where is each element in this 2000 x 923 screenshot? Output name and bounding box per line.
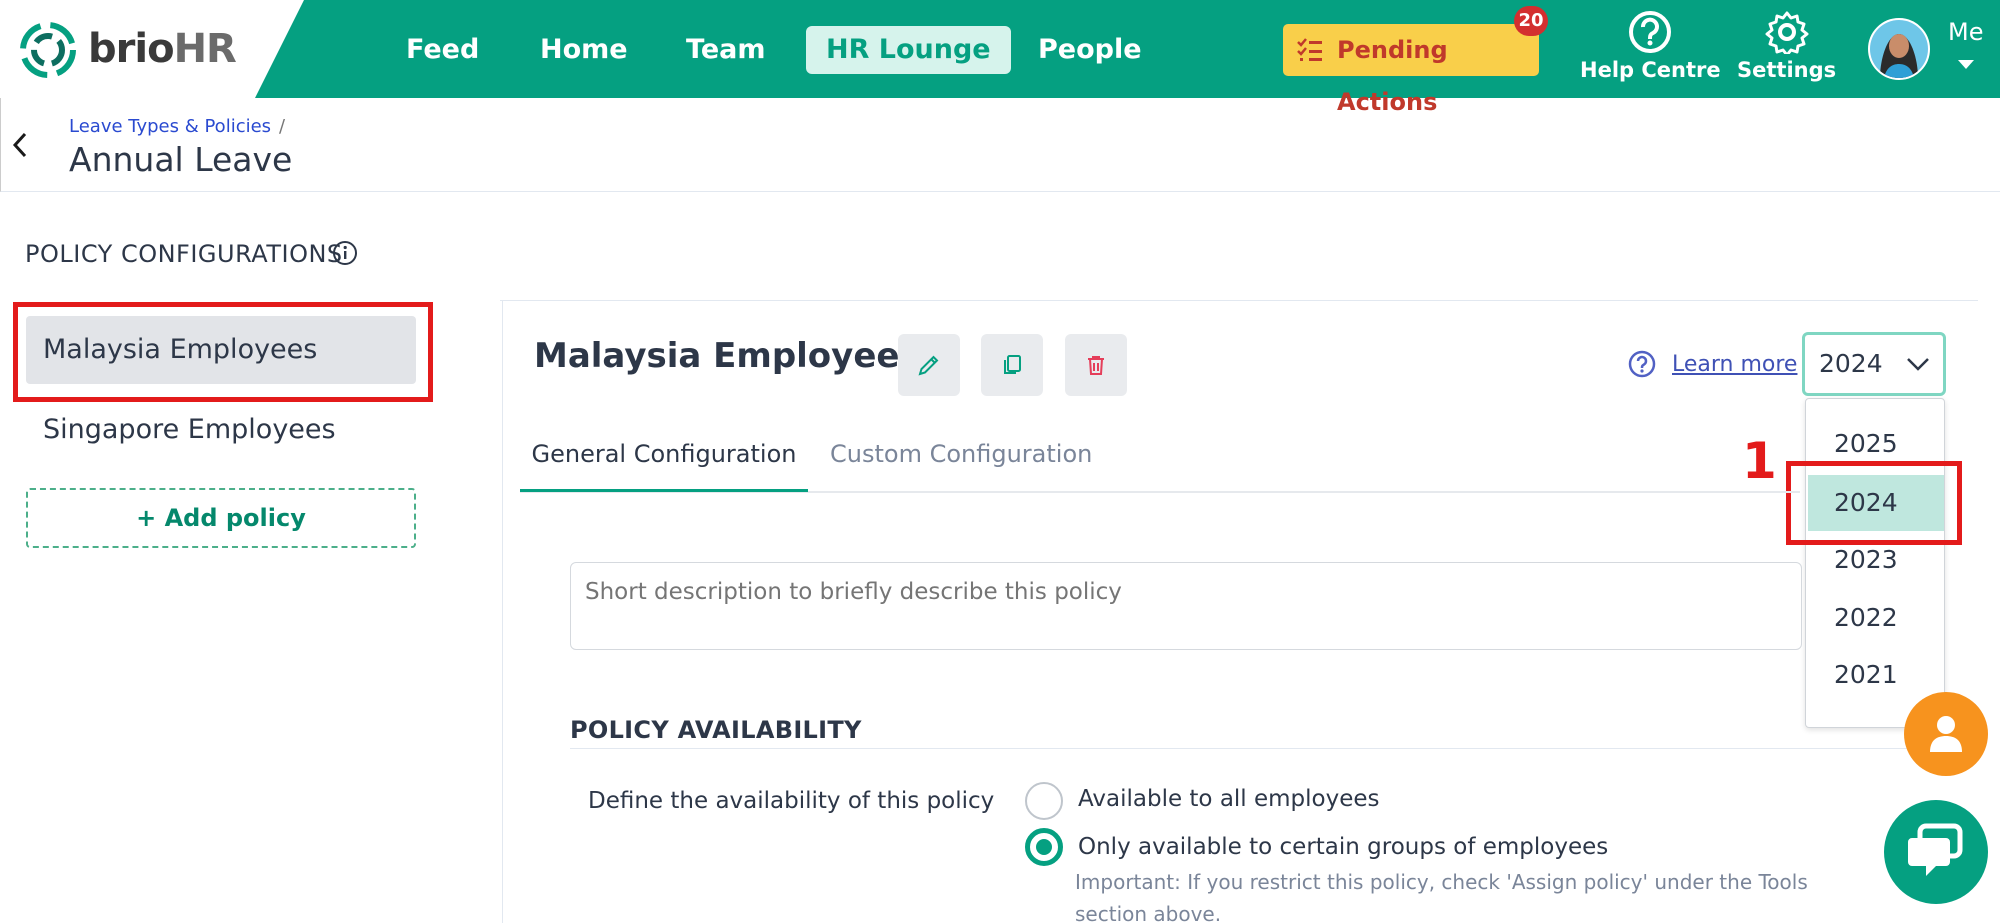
radio-label-available-to-all[interactable]: Available to all employees <box>1078 786 1380 812</box>
policy-availability-title: POLICY AVAILABILITY <box>570 716 862 744</box>
chat-bubble-icon <box>1908 823 1963 876</box>
edit-policy-button[interactable] <box>898 334 960 396</box>
content-divider-horizontal <box>500 300 1978 301</box>
copy-icon <box>1004 355 1021 374</box>
top-navigation-bar: brioHR Feed Home Team HR Lounge People P… <box>0 0 2000 116</box>
year-option-2022[interactable]: 2022 <box>1808 590 1944 646</box>
radio-available-to-all[interactable] <box>1025 782 1063 820</box>
me-label[interactable]: Me <box>1948 18 1983 46</box>
page-title: Annual Leave <box>69 140 293 179</box>
back-arrow-icon[interactable] <box>7 128 35 162</box>
chevron-down-icon <box>1907 358 1929 371</box>
floating-profile-button[interactable] <box>1904 692 1988 776</box>
help-icon <box>1629 11 1672 53</box>
policy-configurations-title: POLICY CONFIGURATIONS <box>25 240 343 268</box>
avatar-portrait-icon <box>1870 20 1928 78</box>
pending-actions-button[interactable]: Pending Actions <box>1283 24 1539 116</box>
tab-general-configuration[interactable]: General Configuration <box>520 440 808 492</box>
availability-important-note: Important: If you restrict this policy, … <box>1075 870 1808 923</box>
brand-name-part1: brio <box>88 26 175 72</box>
user-avatar[interactable] <box>1868 18 1930 80</box>
info-icon[interactable] <box>332 240 358 266</box>
help-centre-label: Help Centre <box>1580 58 1721 82</box>
nav-item-team[interactable]: Team <box>666 26 786 74</box>
settings-button[interactable]: Settings <box>1737 10 1836 82</box>
radio-certain-groups[interactable] <box>1025 828 1063 866</box>
pencil-icon <box>918 355 939 376</box>
brand-logo-text[interactable]: brioHR <box>88 26 237 72</box>
delete-policy-button[interactable] <box>1065 334 1127 396</box>
trash-icon <box>1088 356 1104 375</box>
policy-description-input[interactable] <box>570 562 1802 650</box>
step-number-label: 1 <box>1742 432 1777 490</box>
policy-title: Malaysia Employees <box>534 336 920 376</box>
gear-icon <box>1765 11 1809 54</box>
question-circle-icon[interactable] <box>1628 350 1656 378</box>
policy-availability-divider <box>570 748 1910 749</box>
nav-item-home[interactable]: Home <box>520 26 648 74</box>
floating-chat-button[interactable] <box>1884 800 1988 904</box>
tab-custom-configuration[interactable]: Custom Configuration <box>830 440 1092 492</box>
breadcrumb: Leave Types & Policies / <box>69 116 285 137</box>
checklist-icon <box>1297 38 1322 61</box>
policy-item-singapore-employees[interactable]: Singapore Employees <box>26 396 416 464</box>
nav-item-people[interactable]: People <box>1018 26 1162 74</box>
radio-label-certain-groups[interactable]: Only available to certain groups of empl… <box>1078 834 1608 860</box>
availability-field-label: Define the availability of this policy <box>588 788 995 814</box>
highlight-box-year-option <box>1786 461 1962 545</box>
breadcrumb-link-leave-types[interactable]: Leave Types & Policies <box>69 116 271 137</box>
person-icon <box>1930 716 1962 752</box>
breadcrumb-separator: / <box>279 116 286 137</box>
caret-down-icon[interactable] <box>1958 60 1974 69</box>
add-policy-button[interactable]: + Add policy <box>26 488 416 548</box>
content-divider-vertical <box>502 300 503 923</box>
logo-area: brioHR <box>0 0 304 98</box>
nav-item-hr-lounge[interactable]: HR Lounge <box>806 26 1011 74</box>
briohr-logo-icon <box>20 22 76 78</box>
settings-label: Settings <box>1737 58 1837 82</box>
duplicate-policy-button[interactable] <box>981 334 1043 396</box>
year-select[interactable]: 2024 <box>1802 332 1946 396</box>
page-header: Leave Types & Policies / Annual Leave <box>0 98 2000 192</box>
highlight-box-selected-policy <box>13 302 433 402</box>
year-select-value: 2024 <box>1819 349 1883 378</box>
year-option-2021[interactable]: 2021 <box>1808 647 1944 703</box>
nav-item-feed[interactable]: Feed <box>386 26 499 74</box>
help-centre-button[interactable]: Help Centre <box>1580 10 1721 82</box>
pending-count-badge: 20 <box>1514 6 1548 36</box>
brand-name-part2: HR <box>173 26 237 72</box>
learn-more-link[interactable]: Learn more <box>1672 352 1797 377</box>
year-dropdown-menu: 2025 2024 2023 2022 2021 <box>1805 398 1945 728</box>
